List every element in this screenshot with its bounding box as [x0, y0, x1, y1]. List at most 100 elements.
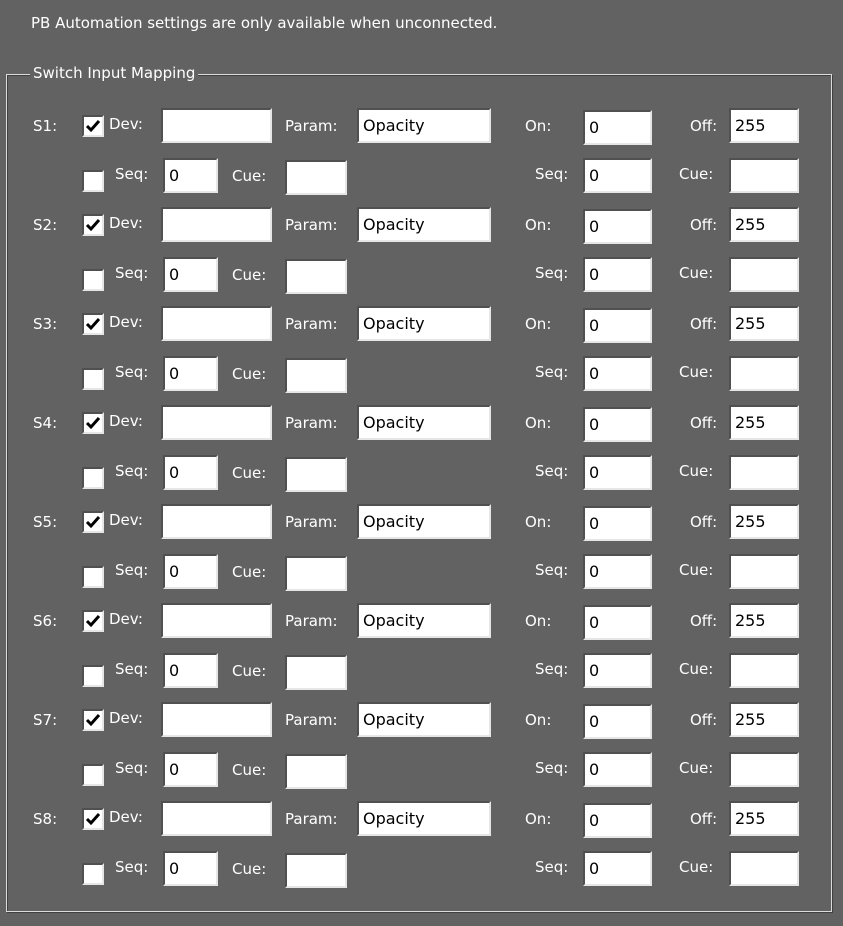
cue2-input[interactable] [729, 752, 799, 787]
dev-input[interactable] [161, 207, 272, 242]
seq-input[interactable]: 0 [163, 455, 218, 490]
dev-enable-checkbox[interactable] [82, 808, 104, 830]
on-label: On: [525, 315, 552, 333]
off-input[interactable]: 255 [729, 801, 799, 836]
seq-enable-checkbox[interactable] [82, 170, 104, 192]
seq-enable-checkbox[interactable] [82, 665, 104, 687]
seq2-input[interactable]: 0 [583, 653, 652, 688]
off-input[interactable]: 255 [729, 405, 799, 440]
seq2-label: Seq: [535, 165, 569, 183]
param-input[interactable]: Opacity [357, 207, 491, 242]
checkmark-icon [85, 516, 101, 529]
seq2-input[interactable]: 0 [583, 257, 652, 292]
dev-input[interactable] [161, 108, 272, 143]
on-input[interactable]: 0 [583, 803, 652, 838]
cue-input[interactable] [285, 160, 347, 195]
cue2-input[interactable] [729, 257, 799, 292]
dev-input[interactable] [161, 306, 272, 341]
seq-input[interactable]: 0 [163, 356, 218, 391]
off-label: Off: [690, 216, 718, 234]
seq-label: Seq: [115, 561, 149, 579]
cue-input[interactable] [285, 457, 347, 492]
seq-enable-checkbox[interactable] [82, 467, 104, 489]
param-input[interactable]: Opacity [357, 603, 491, 638]
dev-enable-checkbox[interactable] [82, 214, 104, 236]
param-input[interactable]: Opacity [357, 306, 491, 341]
seq-enable-checkbox[interactable] [82, 269, 104, 291]
seq2-label: Seq: [535, 561, 569, 579]
off-input[interactable]: 255 [729, 306, 799, 341]
dev-enable-checkbox[interactable] [82, 313, 104, 335]
cue-input[interactable] [285, 358, 347, 393]
cue-input[interactable] [285, 556, 347, 591]
param-label: Param: [285, 315, 338, 333]
checkmark-icon [85, 615, 101, 628]
on-input[interactable]: 0 [583, 506, 652, 541]
cue2-label: Cue: [679, 462, 714, 480]
off-label: Off: [690, 315, 718, 333]
on-input[interactable]: 0 [583, 209, 652, 244]
seq2-label: Seq: [535, 363, 569, 381]
dev-enable-checkbox[interactable] [82, 412, 104, 434]
seq-input[interactable]: 0 [163, 653, 218, 688]
dev-enable-checkbox[interactable] [82, 709, 104, 731]
seq-enable-checkbox[interactable] [82, 368, 104, 390]
param-input[interactable]: Opacity [357, 405, 491, 440]
seq2-input[interactable]: 0 [583, 554, 652, 589]
cue-input[interactable] [285, 754, 347, 789]
seq-enable-checkbox[interactable] [82, 566, 104, 588]
seq-input[interactable]: 0 [163, 158, 218, 193]
seq2-input[interactable]: 0 [583, 455, 652, 490]
dev-input[interactable] [161, 603, 272, 638]
cue-label: Cue: [232, 563, 267, 581]
seq2-input[interactable]: 0 [583, 752, 652, 787]
seq-input[interactable]: 0 [163, 554, 218, 589]
on-input[interactable]: 0 [583, 704, 652, 739]
seq2-input[interactable]: 0 [583, 158, 652, 193]
seq-enable-checkbox[interactable] [82, 863, 104, 885]
off-label: Off: [690, 117, 718, 135]
on-input[interactable]: 0 [583, 110, 652, 145]
param-label: Param: [285, 216, 338, 234]
cue2-input[interactable] [729, 653, 799, 688]
on-label: On: [525, 513, 552, 531]
on-input[interactable]: 0 [583, 308, 652, 343]
param-input[interactable]: Opacity [357, 702, 491, 737]
cue2-input[interactable] [729, 455, 799, 490]
off-input[interactable]: 255 [729, 504, 799, 539]
off-input[interactable]: 255 [729, 702, 799, 737]
param-input[interactable]: Opacity [357, 504, 491, 539]
param-input[interactable]: Opacity [357, 801, 491, 836]
cue-label: Cue: [232, 167, 267, 185]
cue2-input[interactable] [729, 554, 799, 589]
cue2-input[interactable] [729, 356, 799, 391]
param-input[interactable]: Opacity [357, 108, 491, 143]
dev-input[interactable] [161, 801, 272, 836]
on-input[interactable]: 0 [583, 407, 652, 442]
seq2-label: Seq: [535, 858, 569, 876]
seq-input[interactable]: 0 [163, 851, 218, 886]
seq-enable-checkbox[interactable] [82, 764, 104, 786]
cue-input[interactable] [285, 655, 347, 690]
on-input[interactable]: 0 [583, 605, 652, 640]
off-label: Off: [690, 513, 718, 531]
seq-input[interactable]: 0 [163, 752, 218, 787]
seq2-input[interactable]: 0 [583, 356, 652, 391]
cue-input[interactable] [285, 259, 347, 294]
off-input[interactable]: 255 [729, 603, 799, 638]
dev-enable-checkbox[interactable] [82, 115, 104, 137]
cue-input[interactable] [285, 853, 347, 888]
off-input[interactable]: 255 [729, 108, 799, 143]
cue2-input[interactable] [729, 158, 799, 193]
dev-input[interactable] [161, 405, 272, 440]
cue2-input[interactable] [729, 851, 799, 886]
dev-input[interactable] [161, 504, 272, 539]
dev-input[interactable] [161, 702, 272, 737]
off-input[interactable]: 255 [729, 207, 799, 242]
cue2-label: Cue: [679, 363, 714, 381]
dev-enable-checkbox[interactable] [82, 610, 104, 632]
seq2-input[interactable]: 0 [583, 851, 652, 886]
dev-label: Dev: [109, 709, 143, 727]
dev-enable-checkbox[interactable] [82, 511, 104, 533]
seq-input[interactable]: 0 [163, 257, 218, 292]
